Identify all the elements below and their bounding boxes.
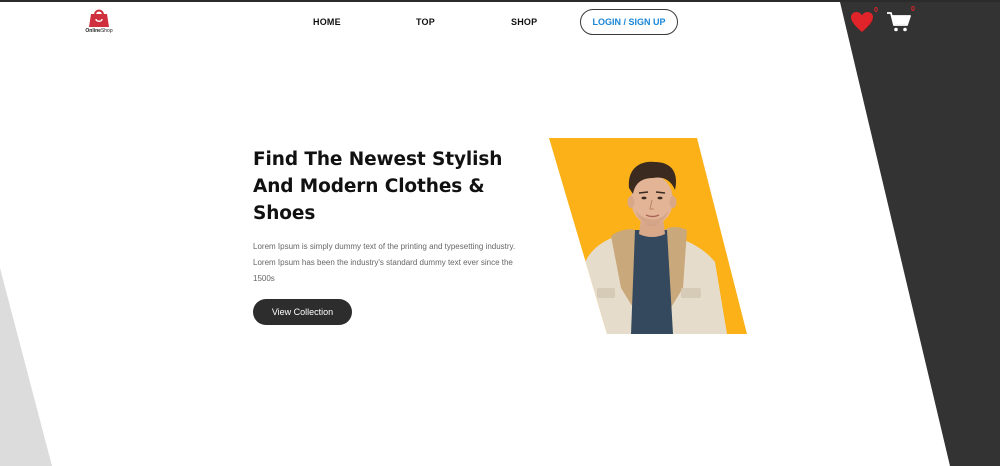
hero-description: Lorem Ipsum is simply dummy text of the …	[253, 242, 516, 283]
nav-home[interactable]: HOME	[313, 17, 341, 27]
background-dark-shape	[840, 2, 1000, 466]
hero-image	[549, 138, 747, 334]
wishlist-button[interactable]	[850, 11, 874, 33]
login-signup-button[interactable]: LOGIN / SIGN UP	[580, 9, 678, 35]
hero-title: Find The Newest Stylish And Modern Cloth…	[253, 149, 503, 224]
nav-shop[interactable]: SHOP	[511, 17, 537, 27]
model-photo	[549, 138, 747, 334]
cart-button[interactable]	[886, 11, 912, 33]
top-border	[0, 0, 1000, 2]
nav-top[interactable]: TOP	[416, 17, 435, 27]
view-collection-button[interactable]: View Collection	[253, 299, 352, 325]
wishlist-count-badge: 0	[874, 7, 878, 14]
site-logo[interactable]: OnlineShop	[82, 8, 116, 38]
shopping-bag-icon	[89, 9, 109, 27]
cart-count-badge: 0	[911, 6, 915, 13]
heart-icon	[851, 12, 873, 32]
cart-icon	[887, 12, 911, 32]
logo-text: OnlineShop	[82, 28, 116, 34]
background-gray-shape	[0, 268, 52, 466]
logo-text-part1: Online	[85, 28, 101, 34]
logo-text-part2: Shop	[100, 28, 113, 34]
